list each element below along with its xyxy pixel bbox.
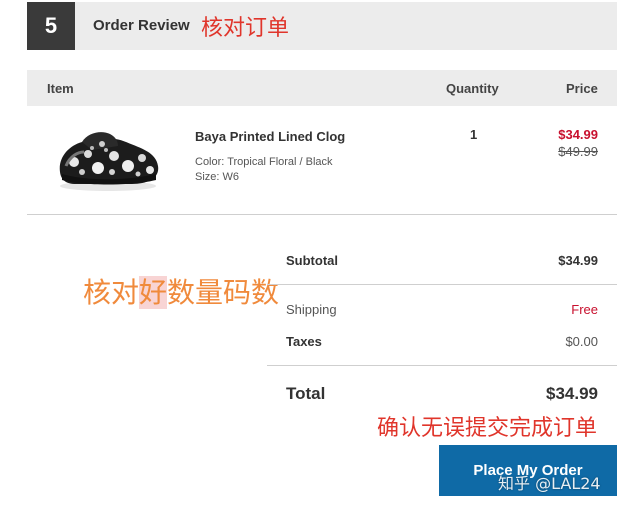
shipping-label: Shipping <box>286 302 337 317</box>
subtotal-label: Subtotal <box>286 253 338 268</box>
annotation-bottom-note: 确认无误提交完成订单 <box>377 416 598 441</box>
divider <box>267 284 617 285</box>
annotation-middle-c: 数量码数 <box>167 276 280 309</box>
taxes-value: $0.00 <box>565 334 598 349</box>
divider <box>267 365 617 366</box>
total-label: Total <box>286 384 326 403</box>
annotation-header-note: 核对订单 <box>201 16 290 41</box>
clog-shoe-image[interactable] <box>52 122 164 194</box>
column-header-price: Price <box>566 81 598 96</box>
product-size: Size: W6 <box>195 171 240 183</box>
annotation-middle-note: 核对好数量码数 <box>83 271 279 311</box>
step-number-badge: 5 <box>27 2 75 50</box>
product-quantity: 1 <box>470 127 478 142</box>
subtotal-value: $34.99 <box>558 253 598 268</box>
annotation-middle-a: 核对 <box>83 276 140 309</box>
product-name[interactable]: Baya Printed Lined Clog <box>195 129 345 144</box>
taxes-label: Taxes <box>286 334 322 349</box>
divider <box>27 214 617 215</box>
column-header-quantity: Quantity <box>446 81 499 96</box>
product-color: Color: Tropical Floral / Black <box>195 156 333 168</box>
product-original-price: $49.99 <box>558 144 598 159</box>
shipping-value: Free <box>571 302 598 317</box>
column-header-item: Item <box>47 81 74 96</box>
product-sale-price: $34.99 <box>558 127 598 142</box>
step-title: Order Review <box>93 17 190 34</box>
watermark: 知乎 @LAL24 <box>498 474 601 493</box>
annotation-middle-highlight: 好 <box>139 276 168 309</box>
order-table-header <box>27 70 617 106</box>
total-value: $34.99 <box>546 384 598 403</box>
